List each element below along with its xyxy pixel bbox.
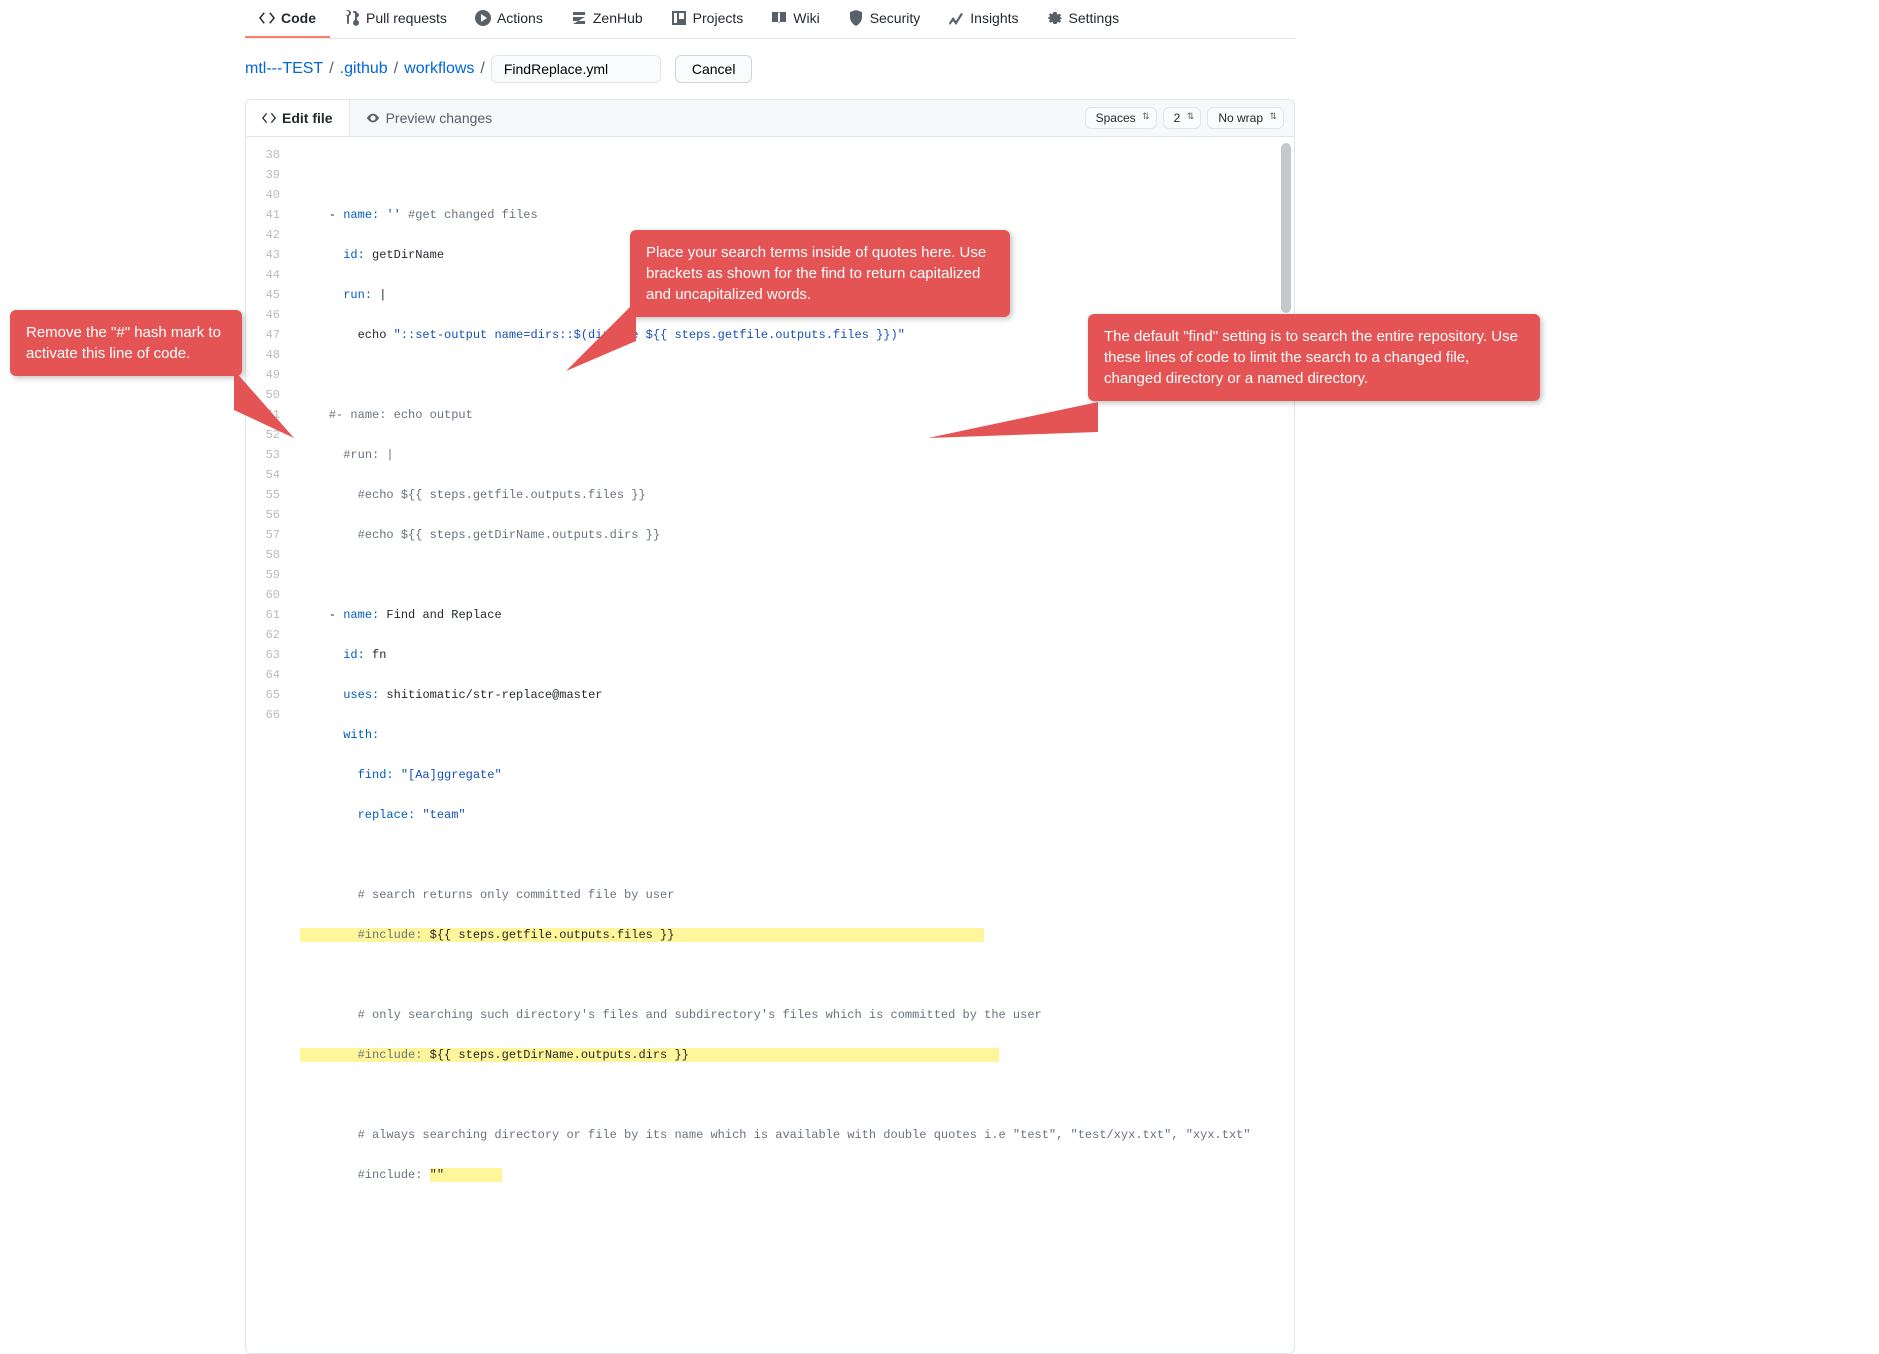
- cancel-button[interactable]: Cancel: [675, 55, 753, 83]
- callout-right: The default "find" setting is to search …: [1088, 314, 1540, 401]
- tab-preview-label: Preview changes: [386, 110, 493, 126]
- callout-top-text: Place your search terms inside of quotes…: [646, 244, 986, 303]
- indent-size-select[interactable]: 2: [1163, 107, 1202, 129]
- callout-arrow-icon: [566, 301, 646, 371]
- tab-security-label: Security: [870, 10, 921, 26]
- breadcrumb-repo[interactable]: mtl---TEST: [245, 60, 323, 78]
- tab-edit-file[interactable]: Edit file: [246, 100, 350, 136]
- tab-pr-label: Pull requests: [366, 10, 447, 26]
- breadcrumb-workflows[interactable]: workflows: [404, 60, 474, 78]
- tab-insights[interactable]: Insights: [934, 0, 1032, 38]
- indent-mode-select[interactable]: Spaces: [1085, 107, 1157, 129]
- breadcrumb-sep: /: [394, 60, 398, 78]
- tab-code-label: Code: [281, 10, 316, 26]
- breadcrumb-github[interactable]: .github: [340, 60, 388, 78]
- code-icon: [262, 111, 276, 125]
- book-icon: [771, 10, 787, 26]
- repo-nav: Code Pull requests Actions ZenHub Projec…: [245, 0, 1295, 39]
- projects-icon: [671, 10, 687, 26]
- tab-actions[interactable]: Actions: [461, 0, 557, 38]
- callout-arrow-icon: [928, 402, 1098, 452]
- tab-wiki[interactable]: Wiki: [757, 0, 833, 38]
- breadcrumb-sep: /: [480, 60, 484, 78]
- code-icon: [259, 10, 275, 26]
- tab-insights-label: Insights: [970, 10, 1018, 26]
- scrollbar-thumb[interactable]: [1281, 143, 1291, 313]
- graph-icon: [948, 10, 964, 26]
- callout-left: Remove the "#" hash mark to activate thi…: [10, 310, 242, 376]
- gear-icon: [1047, 10, 1063, 26]
- pull-request-icon: [344, 10, 360, 26]
- breadcrumb-sep: /: [329, 60, 333, 78]
- eye-icon: [366, 111, 380, 125]
- callout-left-text: Remove the "#" hash mark to activate thi…: [26, 324, 221, 362]
- breadcrumb: mtl---TEST / .github / workflows / Cance…: [245, 55, 1295, 83]
- tab-zenhub-label: ZenHub: [593, 10, 643, 26]
- tab-actions-label: Actions: [497, 10, 543, 26]
- callout-arrow-icon: [234, 370, 294, 440]
- callout-top: Place your search terms inside of quotes…: [630, 230, 1010, 317]
- line-gutter: 3839404142434445464748495051525354555657…: [246, 137, 292, 1353]
- tab-preview-changes[interactable]: Preview changes: [350, 100, 509, 136]
- editor-controls: Spaces 2 No wrap: [1085, 107, 1294, 129]
- tab-edit-label: Edit file: [282, 110, 333, 126]
- tab-projects[interactable]: Projects: [657, 0, 758, 38]
- tab-zenhub[interactable]: ZenHub: [557, 0, 657, 38]
- tab-security[interactable]: Security: [834, 0, 935, 38]
- zenhub-icon: [571, 10, 587, 26]
- tab-wiki-label: Wiki: [793, 10, 819, 26]
- filename-input[interactable]: [491, 55, 661, 83]
- callout-right-text: The default "find" setting is to search …: [1104, 328, 1518, 387]
- wrap-mode-select[interactable]: No wrap: [1207, 107, 1284, 129]
- tab-projects-label: Projects: [693, 10, 744, 26]
- tab-settings[interactable]: Settings: [1033, 0, 1134, 38]
- shield-icon: [848, 10, 864, 26]
- tab-settings-label: Settings: [1069, 10, 1120, 26]
- editor-tabs: Edit file Preview changes Spaces 2 No wr…: [246, 100, 1294, 137]
- tab-pr[interactable]: Pull requests: [330, 0, 461, 38]
- play-icon: [475, 10, 491, 26]
- tab-code[interactable]: Code: [245, 0, 330, 38]
